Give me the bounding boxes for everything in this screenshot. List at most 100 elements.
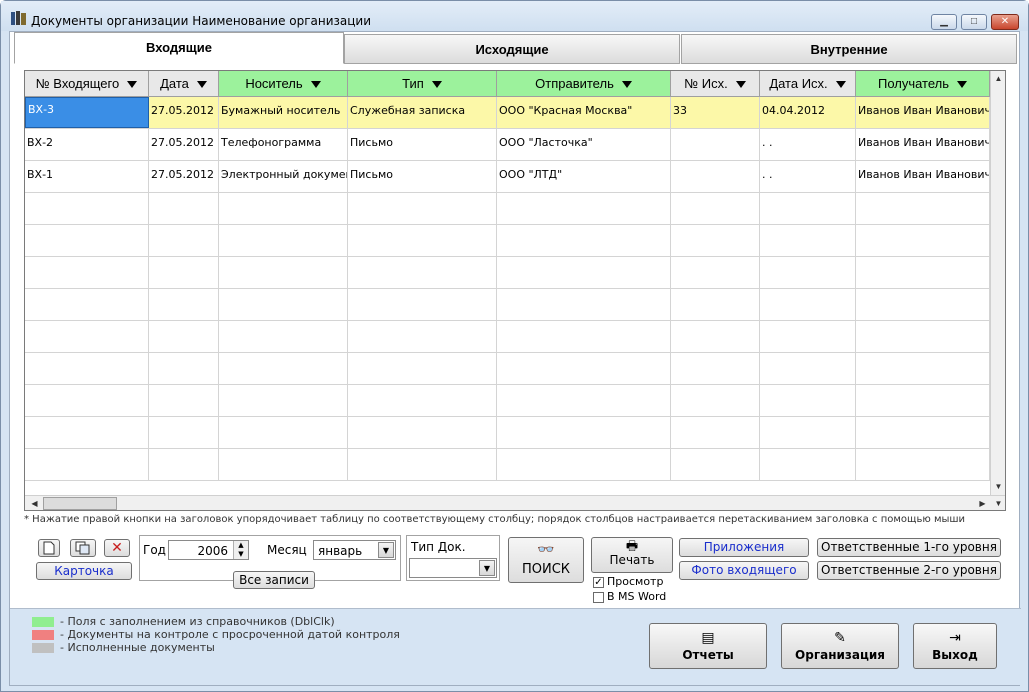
table-cell[interactable] <box>219 353 348 384</box>
table-cell[interactable] <box>219 289 348 320</box>
table-cell[interactable] <box>348 257 497 288</box>
table-cell[interactable] <box>219 417 348 448</box>
tab-incoming[interactable]: Входящие <box>14 32 344 64</box>
table-cell[interactable]: Иванов Иван Иванович <box>856 129 990 160</box>
table-cell[interactable] <box>856 289 990 320</box>
table-cell[interactable] <box>760 449 856 480</box>
table-cell[interactable] <box>25 321 149 352</box>
table-cell[interactable] <box>856 193 990 224</box>
table-cell[interactable]: Письмо <box>348 129 497 160</box>
table-cell[interactable]: Письмо <box>348 161 497 192</box>
table-cell[interactable] <box>760 193 856 224</box>
table-cell[interactable] <box>671 449 760 480</box>
table-cell[interactable] <box>760 289 856 320</box>
table-cell[interactable] <box>219 321 348 352</box>
card-button[interactable]: Карточка <box>36 562 132 580</box>
minimize-button[interactable]: ▁ <box>931 14 957 30</box>
table-cell[interactable] <box>25 353 149 384</box>
scroll-right-icon[interactable]: ▶ <box>975 496 990 510</box>
year-spinner-icon[interactable]: ▲ ▼ <box>233 541 248 559</box>
maximize-button[interactable]: □ <box>961 14 987 30</box>
table-cell[interactable] <box>149 193 219 224</box>
table-row[interactable] <box>25 257 990 289</box>
table-cell[interactable]: Иванов Иван Иванович <box>856 97 990 128</box>
table-cell[interactable] <box>671 225 760 256</box>
table-row[interactable]: ВХ-1 27.05.2012 Электронный документ Письмо… <box>25 161 990 193</box>
sort-arrow-icon[interactable] <box>431 81 442 89</box>
sort-arrow-icon[interactable] <box>835 81 846 89</box>
scroll-down-icon[interactable]: ▼ <box>991 496 1005 510</box>
close-window-button[interactable]: ✕ <box>991 14 1019 30</box>
sort-arrow-icon[interactable] <box>621 81 632 89</box>
table-row[interactable] <box>25 353 990 385</box>
table-cell[interactable]: Иванов Иван Иванович <box>856 161 990 192</box>
table-cell[interactable]: Электронный документ <box>219 161 348 192</box>
table-cell[interactable]: 33 <box>671 97 760 128</box>
table-cell[interactable] <box>149 353 219 384</box>
column-header[interactable]: Отправитель <box>497 71 671 97</box>
table-cell[interactable] <box>856 417 990 448</box>
table-cell[interactable] <box>149 385 219 416</box>
table-cell[interactable] <box>497 321 671 352</box>
table-cell[interactable] <box>497 193 671 224</box>
table-cell[interactable] <box>760 385 856 416</box>
table-cell[interactable]: ВХ-1 <box>25 161 149 192</box>
table-cell[interactable] <box>760 417 856 448</box>
tab-outgoing[interactable]: Исходящие <box>344 34 680 64</box>
table-row[interactable]: ВХ-2 27.05.2012 Телефонограмма Письмо ООО "Л… <box>25 129 990 161</box>
year-field[interactable]: 2006 ▲ ▼ <box>168 540 249 560</box>
table-row[interactable] <box>25 385 990 417</box>
responsible-level2-button[interactable]: Ответственные 2-го уровня <box>817 561 1001 580</box>
column-header[interactable]: Дата <box>149 71 219 97</box>
table-cell[interactable] <box>25 385 149 416</box>
table-cell[interactable] <box>219 449 348 480</box>
table-cell[interactable] <box>497 225 671 256</box>
month-select[interactable]: январь ▼ <box>313 540 396 560</box>
table-cell[interactable] <box>760 321 856 352</box>
table-cell[interactable]: Телефонограмма <box>219 129 348 160</box>
table-cell[interactable]: ООО "Ласточка" <box>497 129 671 160</box>
table-cell[interactable] <box>149 417 219 448</box>
table-cell[interactable] <box>856 321 990 352</box>
attachments-button[interactable]: Приложения <box>679 538 809 557</box>
all-records-button[interactable]: Все записи <box>233 571 315 589</box>
sort-arrow-icon[interactable] <box>957 81 968 89</box>
column-header[interactable]: № Входящего <box>25 71 149 97</box>
table-cell[interactable] <box>149 321 219 352</box>
table-cell[interactable] <box>760 353 856 384</box>
table-cell[interactable] <box>856 257 990 288</box>
table-cell[interactable] <box>25 417 149 448</box>
table-cell[interactable] <box>497 257 671 288</box>
table-row[interactable] <box>25 321 990 353</box>
msword-checkbox[interactable] <box>593 592 604 603</box>
table-cell[interactable] <box>497 289 671 320</box>
table-cell[interactable] <box>760 257 856 288</box>
table-cell[interactable]: ООО "Красная Москва" <box>497 97 671 128</box>
scroll-up-icon[interactable]: ▲ <box>991 71 1005 86</box>
organization-button[interactable]: ✎ Организация <box>781 623 899 669</box>
sort-arrow-icon[interactable] <box>196 81 207 89</box>
sort-arrow-icon[interactable] <box>127 81 138 89</box>
table-row[interactable] <box>25 225 990 257</box>
table-cell[interactable]: . . <box>760 161 856 192</box>
table-row[interactable] <box>25 449 990 481</box>
table-cell[interactable] <box>671 129 760 160</box>
table-cell[interactable] <box>497 385 671 416</box>
chevron-down-icon[interactable]: ▼ <box>479 560 495 576</box>
copy-document-button[interactable] <box>70 539 96 557</box>
table-cell[interactable] <box>348 193 497 224</box>
search-button[interactable]: 👓 ПОИСК <box>508 537 584 583</box>
table-cell[interactable]: 27.05.2012 <box>149 161 219 192</box>
table-cell[interactable] <box>25 289 149 320</box>
table-cell[interactable] <box>219 257 348 288</box>
table-cell[interactable]: ВХ-2 <box>25 129 149 160</box>
table-cell[interactable] <box>25 193 149 224</box>
table-cell[interactable] <box>497 449 671 480</box>
preview-checkbox[interactable]: ✓ <box>593 577 604 588</box>
print-button[interactable]: 🖶 Печать <box>591 537 673 573</box>
table-cell[interactable] <box>25 225 149 256</box>
table-cell[interactable]: Бумажный носитель <box>219 97 348 128</box>
table-cell[interactable]: 27.05.2012 <box>149 129 219 160</box>
table-cell[interactable]: . . <box>760 129 856 160</box>
scroll-thumb[interactable] <box>43 497 117 510</box>
